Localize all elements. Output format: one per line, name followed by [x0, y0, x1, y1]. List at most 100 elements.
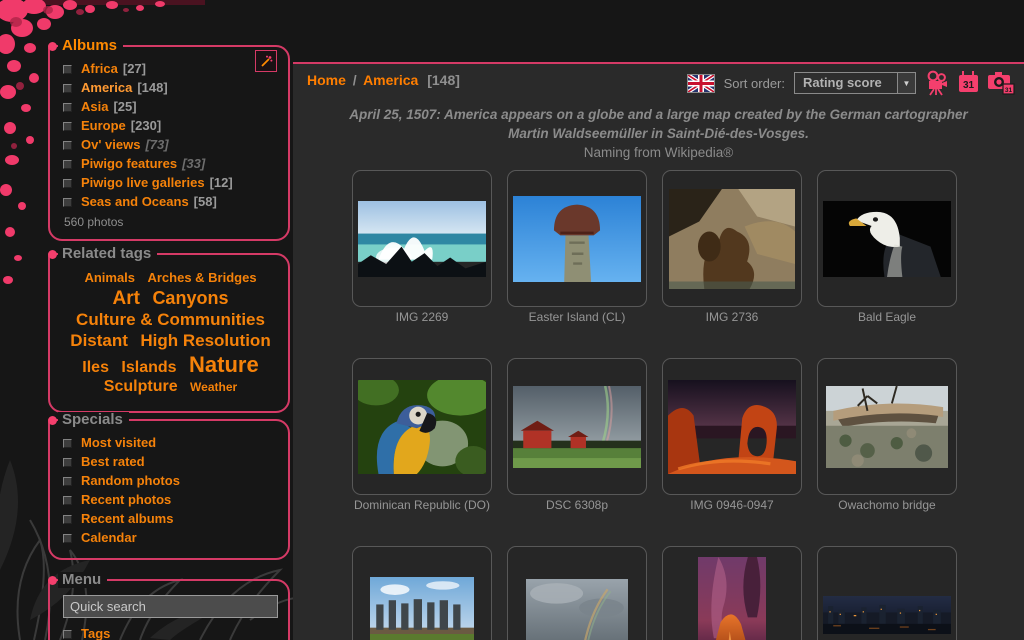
specials-item-best-rated[interactable]: Best rated — [63, 453, 278, 471]
svg-text:31: 31 — [1005, 87, 1013, 94]
photo-delicate-arch — [668, 380, 796, 474]
album-item-asia[interactable]: Asia [25] — [63, 98, 278, 116]
thumbnail-item: Bald Eagle — [817, 170, 957, 326]
album-description-text: April 25, 1507: America appears on a glo… — [328, 106, 989, 144]
tag-art[interactable]: Art — [113, 288, 140, 309]
specials-item-calendar[interactable]: Calendar — [63, 529, 278, 547]
photo-thumbnail-img-2269[interactable] — [352, 170, 492, 307]
tag-arches-bridges[interactable]: Arches & Bridges — [147, 270, 256, 285]
photo-moai-statue — [513, 196, 641, 282]
photo-ocean-waves-on-rocks — [358, 201, 486, 277]
bullet-icon — [63, 439, 72, 448]
total-photos-count: 560 photos — [63, 215, 278, 229]
tag-canyons[interactable]: Canyons — [152, 288, 228, 308]
section-dot — [48, 416, 57, 425]
tag-distant[interactable]: Distant — [70, 331, 128, 350]
tag-iles[interactable]: Iles — [82, 359, 109, 376]
menu-section: Menu Tags — [48, 572, 290, 640]
album-item-seas-and-oceans[interactable]: Seas and Oceans [58] — [63, 193, 278, 211]
uk-flag-icon[interactable] — [687, 74, 715, 93]
specials-body: Most visited Best rated Random photos Re… — [48, 419, 290, 560]
album-item-ov-views[interactable]: Ov' views [73] — [63, 136, 278, 154]
bullet-icon — [63, 458, 72, 467]
sort-order-value: Rating score — [795, 73, 897, 93]
content-panel: Home / America [148] Sort order: Rating … — [293, 62, 1024, 640]
thumbnail-item: DSC 6308p — [507, 358, 647, 514]
photo-thumbnail-rainbow[interactable] — [507, 546, 647, 640]
breadcrumb-home-link[interactable]: Home — [307, 72, 346, 88]
menu-body: Tags — [48, 579, 290, 640]
photo-thumbnail-moai-row[interactable] — [352, 546, 492, 640]
bullet-icon — [63, 477, 72, 486]
photo-thumbnail-antelope-canyon[interactable] — [662, 546, 802, 640]
photo-label: IMG 0946-0947 — [662, 498, 802, 514]
albums-header: Albums — [48, 38, 290, 54]
sort-order-select[interactable]: Rating score ▼ — [794, 72, 916, 94]
album-naming-note: Naming from Wikipedia® — [328, 144, 989, 163]
related-tags-title: Related tags — [58, 246, 157, 262]
photo-thumbnail-dsc-6308p[interactable] — [507, 358, 647, 495]
piwigo-gallery-page: { "colors":{"accent_pink":"#d53a66","acc… — [0, 0, 1024, 640]
specials-item-most-visited[interactable]: Most visited — [63, 434, 278, 452]
bullet-icon — [63, 515, 72, 524]
photo-red-barn-rainbow — [513, 386, 641, 468]
photo-moai-row — [370, 577, 474, 640]
thumbnail-item: IMG 0946-0947 — [662, 358, 802, 514]
bullet-icon — [63, 534, 72, 543]
albums-section: Albums Africa [27] America [148] Asia [2… — [48, 38, 290, 241]
bullet-icon — [63, 630, 72, 639]
tag-high-resolution[interactable]: High Resolution — [140, 331, 270, 350]
svg-text:31: 31 — [963, 80, 975, 91]
bullet-icon — [63, 496, 72, 505]
chevron-down-icon[interactable]: ▼ — [897, 73, 915, 93]
quick-search-input[interactable] — [63, 595, 278, 618]
photo-thumbnail-night-skyline[interactable] — [817, 546, 957, 640]
bullet-icon — [63, 103, 72, 112]
bullet-icon — [63, 198, 72, 207]
photo-thumbnail-easter-island[interactable] — [507, 170, 647, 307]
thumbnail-item: Owachomo bridge — [817, 358, 957, 514]
tag-nature[interactable]: Nature — [189, 352, 259, 377]
album-item-america[interactable]: America [148] — [63, 79, 278, 97]
menu-header: Menu — [48, 572, 290, 588]
thumbnail-item: IMG 2736 — [662, 170, 802, 326]
photo-bald-eagle — [823, 201, 951, 277]
breadcrumb-separator: / — [350, 72, 360, 88]
tag-cloud: Animals Arches & Bridges Art Canyons Cul… — [63, 267, 278, 401]
specials-item-recent-albums[interactable]: Recent albums — [63, 510, 278, 528]
bullet-icon — [63, 65, 72, 74]
thumbnail-item — [507, 546, 647, 640]
movie-camera-icon[interactable] — [925, 70, 949, 96]
tag-animals[interactable]: Animals — [84, 270, 135, 285]
photo-thumbnail-img-2736[interactable] — [662, 170, 802, 307]
breadcrumb-current-album[interactable]: America — [363, 72, 418, 88]
specials-item-recent-photos[interactable]: Recent photos — [63, 491, 278, 509]
album-item-piwigo-live-galleries[interactable]: Piwigo live galleries [12] — [63, 174, 278, 192]
album-item-africa[interactable]: Africa [27] — [63, 60, 278, 78]
albums-body: Africa [27] America [148] Asia [25] Euro… — [48, 45, 290, 241]
photo-thumbnail-owachomo-bridge[interactable] — [817, 358, 957, 495]
album-item-piwigo-features[interactable]: Piwigo features [33] — [63, 155, 278, 173]
photo-label: IMG 2269 — [352, 310, 492, 326]
photo-thumbnail-bald-eagle[interactable] — [817, 170, 957, 307]
calendar-posted-icon[interactable]: 31 — [988, 71, 1015, 95]
photo-antelope-canyon — [698, 557, 766, 640]
bullet-icon — [63, 179, 72, 188]
bullet-icon — [63, 84, 72, 93]
tag-culture-communities[interactable]: Culture & Communities — [76, 310, 265, 329]
photo-night-skyline — [823, 596, 951, 634]
photo-label: Bald Eagle — [817, 310, 957, 326]
specials-title: Specials — [58, 412, 129, 428]
tag-sculpture[interactable]: Sculpture — [104, 378, 178, 395]
menu-item-tags[interactable]: Tags — [63, 625, 278, 640]
album-item-europe[interactable]: Europe [230] — [63, 117, 278, 135]
calendar-created-icon[interactable]: 31 — [958, 71, 979, 95]
specials-section: Specials Most visited Best rated Random … — [48, 412, 290, 560]
photo-label: Owachomo bridge — [817, 498, 957, 514]
tag-islands[interactable]: Islands — [121, 359, 176, 376]
photo-thumbnail-dominican-republic[interactable] — [352, 358, 492, 495]
photo-thumbnail-img-0946-0947[interactable] — [662, 358, 802, 495]
tag-weather[interactable]: Weather — [190, 380, 237, 394]
specials-item-random-photos[interactable]: Random photos — [63, 472, 278, 490]
bullet-icon — [63, 160, 72, 169]
